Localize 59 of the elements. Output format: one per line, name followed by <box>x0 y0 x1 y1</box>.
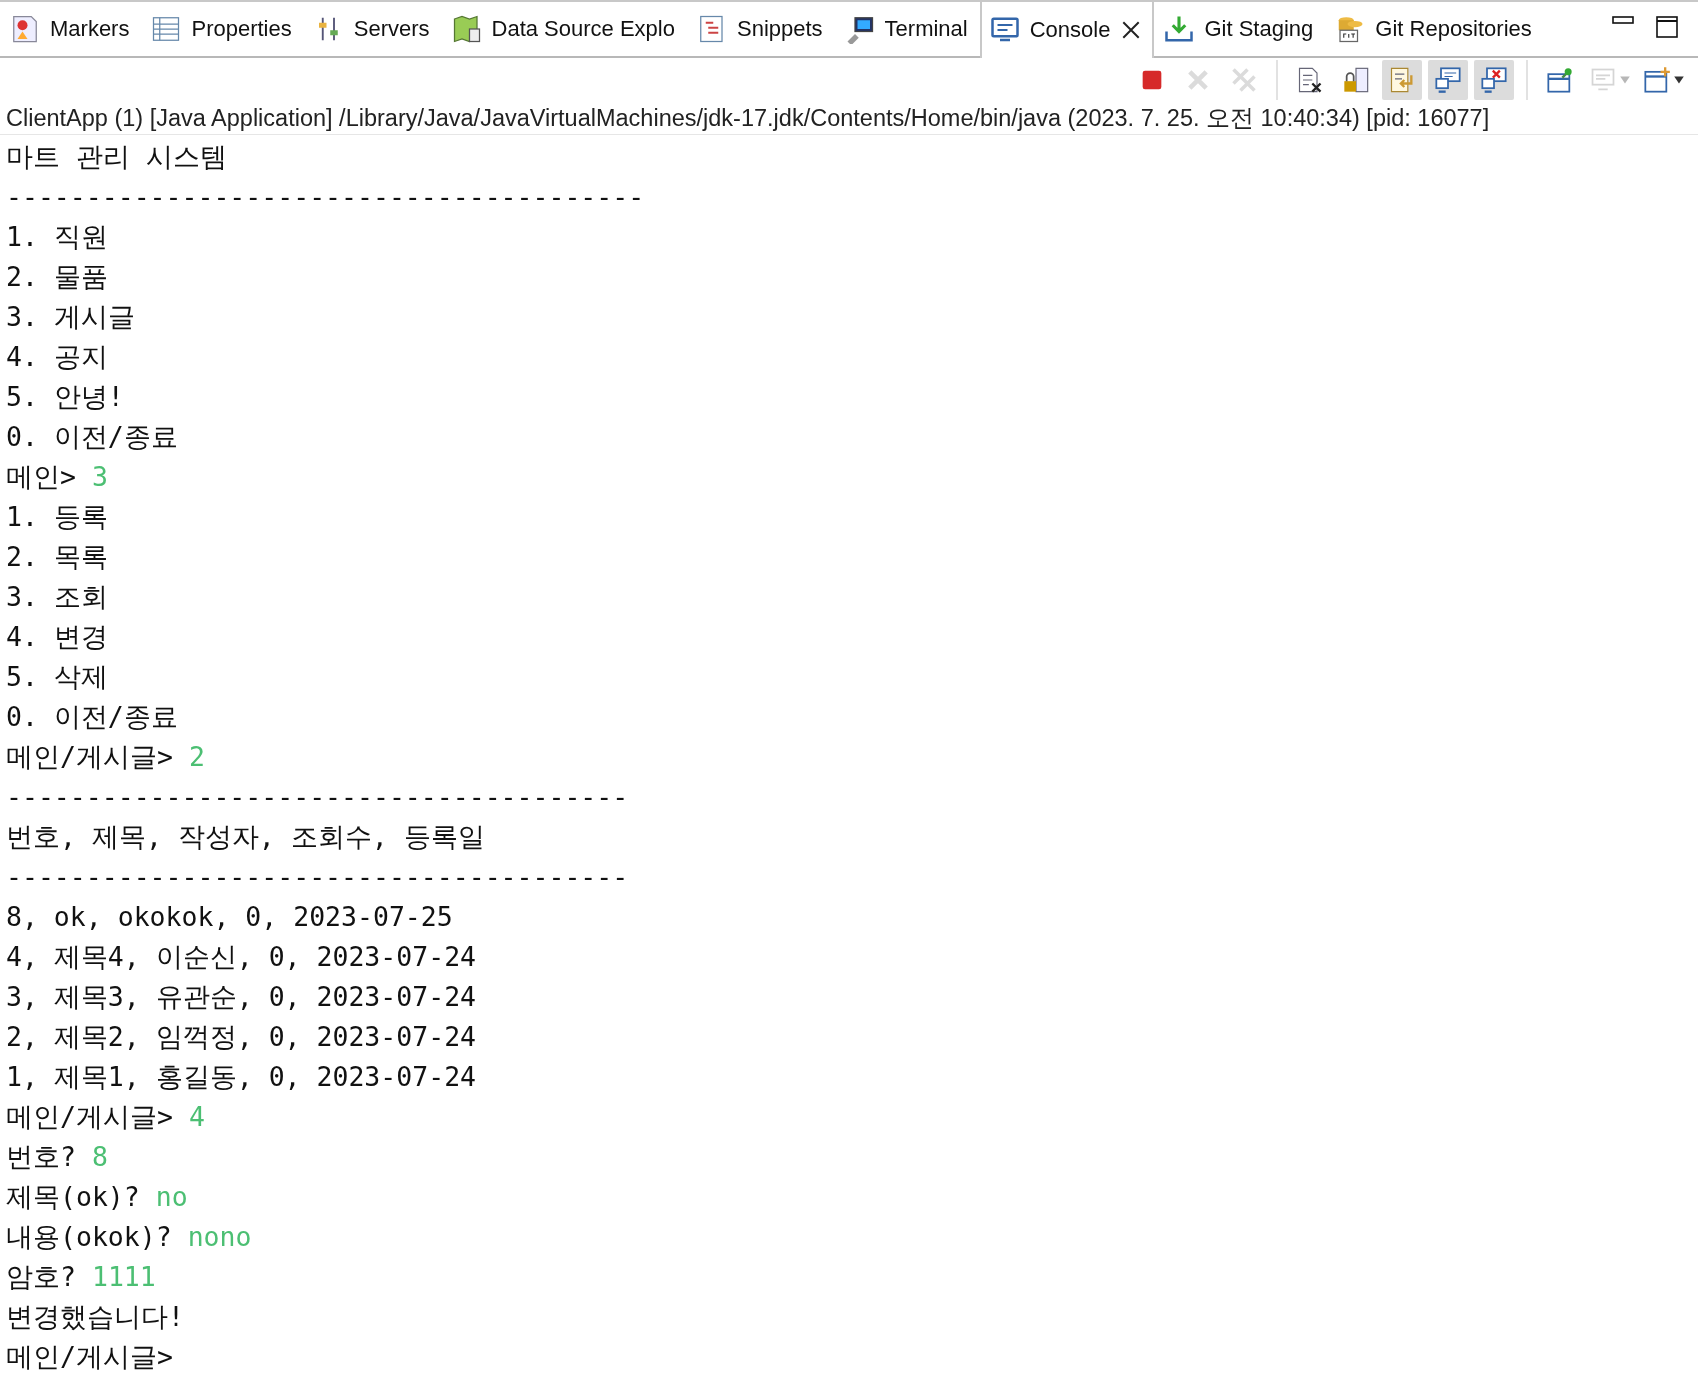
new-console-icon <box>1643 66 1671 94</box>
caret-icon <box>1619 75 1631 85</box>
console-header: ClientApp (1) [Java Application] /Library/Java/JavaVirtualMachines/jdk-17.jdk/Contents/Home/bin/java (2023. 7. 25. 오전 10:40:34) [pid: 16077] <box>0 102 1698 135</box>
console-output: 번호? <box>6 1141 76 1172</box>
console-output: --------------------------------------- <box>6 861 629 892</box>
remove-all-icon <box>1230 66 1258 94</box>
console-output: 5. 삭제 <box>6 661 108 692</box>
caret-icon <box>1673 75 1685 85</box>
pin-console-icon <box>1546 66 1574 94</box>
input-text: 8 <box>91 1141 108 1172</box>
console-output: 3. 조회 <box>6 581 108 612</box>
console-output: 3, 제목3, 유관순, 0, 2023-07-24 <box>6 981 477 1012</box>
console-output: 0. 이전/종료 <box>6 701 178 732</box>
console-output: 마트 관리 시스템 <box>6 141 227 172</box>
console-output: 번호, 제목, 작성자, 조회수, 등록일 <box>6 821 485 852</box>
console-error-icon <box>1480 66 1508 94</box>
scroll-lock-icon <box>1342 66 1370 94</box>
clear-console-icon <box>1296 66 1324 94</box>
console-output: 1. 등록 <box>6 501 108 532</box>
console-output: 3. 게시글 <box>6 301 135 332</box>
input-text: nono <box>187 1221 252 1252</box>
console-output: 2. 목록 <box>6 541 108 572</box>
minimize-icon[interactable] <box>1612 16 1634 26</box>
console-output: 1, 제목1, 홍길동, 0, 2023-07-24 <box>6 1061 477 1092</box>
word-wrap-icon <box>1388 66 1416 94</box>
input-text: 4 <box>188 1101 205 1132</box>
map-icon <box>451 14 482 44</box>
input-text: 2 <box>188 741 205 772</box>
markers-icon <box>10 14 40 44</box>
console-output: 1. 직원 <box>6 221 108 252</box>
console-output: 8, ok, okokok, 0, 2023-07-25 <box>6 901 453 932</box>
input-text: no <box>155 1181 188 1212</box>
console-output: 메인/게시글> <box>6 1101 173 1132</box>
console-output: 4. 공지 <box>6 341 108 372</box>
console-output: 내용(okok)? <box>6 1221 172 1252</box>
console-output: 메인/게시글> <box>6 741 173 772</box>
console-output: 5. 안녕! <box>6 381 124 412</box>
console-output: 메인> <box>6 461 76 492</box>
console-output: ---------------------------------------- <box>6 181 645 212</box>
console-error-button[interactable] <box>1474 60 1514 100</box>
console-output: 제목(ok)? <box>6 1181 140 1212</box>
input-text: 3 <box>91 461 108 492</box>
input-text: 1111 <box>91 1261 156 1292</box>
view-tab[interactable]: Console <box>979 2 1155 58</box>
table-icon <box>151 14 182 44</box>
console-output: 4, 제목4, 이순신, 0, 2023-07-24 <box>6 941 477 972</box>
console-output: 2. 물품 <box>6 261 108 292</box>
console-output: --------------------------------------- <box>6 781 629 812</box>
console-output: 메인/게시글> <box>6 1341 173 1372</box>
word-wrap-button[interactable] <box>1382 60 1422 100</box>
console-output: 변경했습니다! <box>6 1301 184 1332</box>
console-output: 2, 제목2, 임꺽정, 0, 2023-07-24 <box>6 1021 477 1052</box>
console-output: 4. 변경 <box>6 621 108 652</box>
console-output: 암호? <box>6 1261 76 1292</box>
console-output-button[interactable] <box>1428 60 1468 100</box>
maximize-icon[interactable] <box>1656 16 1678 38</box>
console-output-icon <box>1434 66 1462 94</box>
download-tray-icon <box>1164 14 1195 44</box>
console-output: 0. 이전/종료 <box>6 421 178 452</box>
